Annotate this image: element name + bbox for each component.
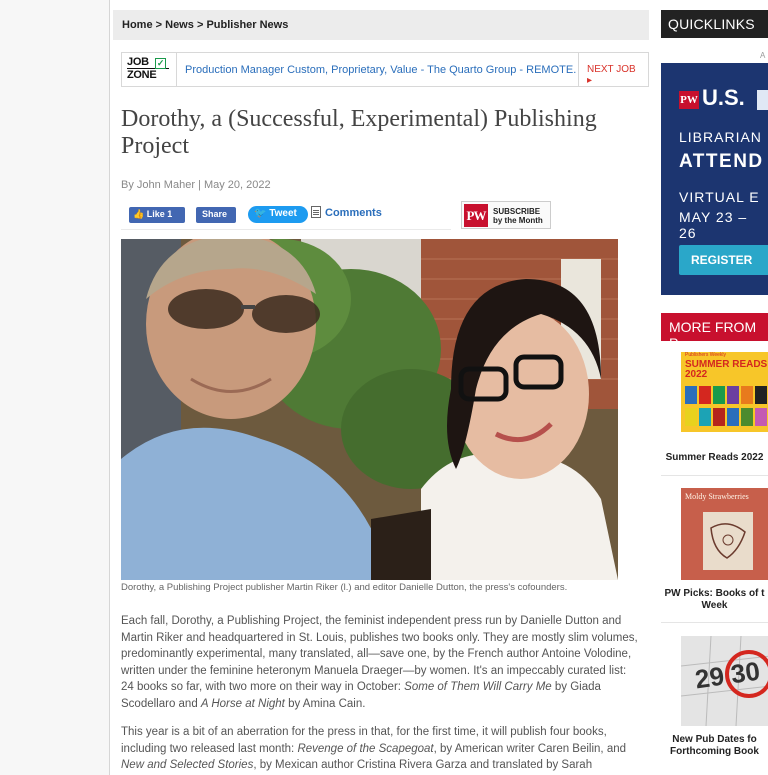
breadcrumb-news[interactable]: News bbox=[165, 19, 194, 31]
p1-book-title-1: Some of Them Will Carry Me bbox=[404, 681, 552, 693]
share-toolbar: 👍 Like 1 Share 🐦 Tweet Comments bbox=[121, 198, 451, 230]
next-job-button[interactable]: NEXT JOB ▸ bbox=[578, 53, 648, 86]
sidebar-item-new-pub-dates[interactable]: 29 30 New Pub Dates fo Forthcoming Book bbox=[661, 636, 768, 775]
sidebar-item-summer-reads[interactable]: Publishers Weekly SUMMER READS 2022 Summ… bbox=[661, 352, 768, 476]
more-item-title[interactable]: PW Picks: Books of t Week bbox=[661, 588, 768, 612]
breadcrumb-separator: > bbox=[155, 19, 163, 31]
ad-line-3: VIRTUAL E bbox=[679, 189, 760, 205]
p1-text-3: by Amina Cain. bbox=[284, 697, 366, 710]
subscribe-button[interactable]: PW SUBSCRIBE by the Month bbox=[461, 201, 551, 229]
comments-link[interactable]: Comments bbox=[311, 206, 382, 219]
cofounders-photo-illustration bbox=[121, 239, 618, 580]
more-item-title[interactable]: New Pub Dates fo Forthcoming Book bbox=[661, 734, 768, 758]
article-paragraph-2: This year is a bit of an aberration for … bbox=[121, 724, 641, 774]
tweet-button[interactable]: 🐦 Tweet bbox=[248, 206, 308, 223]
left-gutter bbox=[0, 0, 110, 775]
p2-book-title-2: New and Selected Stories bbox=[121, 759, 254, 771]
like-label: Like 1 bbox=[146, 209, 173, 219]
ad-brand-badge bbox=[757, 90, 768, 110]
p1-book-title-2: A Horse at Night bbox=[200, 697, 285, 710]
job-zone-logo-line2: ZONE bbox=[127, 68, 169, 81]
facebook-share-button[interactable]: Share bbox=[196, 207, 236, 223]
pw-logo: PW bbox=[464, 204, 488, 227]
article-headline: Dorothy, a (Successful, Experimental) Pu… bbox=[121, 106, 597, 159]
article-byline: By John Maher | May 20, 2022 bbox=[121, 179, 271, 191]
new-pub-dates-thumbnail[interactable]: 29 30 bbox=[681, 636, 768, 726]
more-from-pw-header: MORE FROM P bbox=[661, 313, 768, 351]
breadcrumb: Home > News > Publisher News bbox=[113, 10, 649, 40]
breadcrumb-home[interactable]: Home bbox=[122, 19, 153, 31]
breadcrumb-publisher-news[interactable]: Publisher News bbox=[206, 19, 288, 31]
ad-brand: U.S. bbox=[702, 85, 745, 110]
ad-register-button[interactable]: REGISTER bbox=[679, 245, 768, 275]
subscribe-line1: SUBSCRIBE bbox=[493, 207, 541, 216]
twitter-bird-icon: 🐦 bbox=[254, 208, 267, 219]
facebook-like-button[interactable]: 👍 Like 1 bbox=[129, 207, 185, 223]
subscribe-line2: by the Month bbox=[493, 216, 543, 225]
advertisement-label: A bbox=[760, 51, 766, 60]
job-zone-logo-line1: JOB bbox=[127, 56, 149, 68]
p2-text-2: , by American writer Caren Beilin, and bbox=[433, 742, 627, 755]
job-zone-logo[interactable]: JOB ✓ ZONE bbox=[127, 57, 169, 83]
more-item-title[interactable]: Summer Reads 2022 bbox=[661, 452, 768, 464]
job-listing-link[interactable]: Production Manager Custom, Proprietary, … bbox=[185, 64, 576, 76]
ad-line-2: ATTEND bbox=[679, 151, 764, 172]
comments-label: Comments bbox=[325, 207, 382, 219]
job-zone-banner: JOB ✓ ZONE Production Manager Custom, Pr… bbox=[121, 52, 649, 87]
book-cover-graphic bbox=[703, 512, 753, 570]
ad-line-1: LIBRARIAN bbox=[679, 129, 762, 145]
breadcrumb-separator: > bbox=[196, 19, 204, 31]
photo-caption: Dorothy, a Publishing Project publisher … bbox=[121, 582, 568, 593]
quicklinks-header[interactable]: QUICKLINKS bbox=[661, 10, 768, 38]
document-icon bbox=[311, 206, 321, 218]
p2-book-title-1: Revenge of the Scapegoat bbox=[297, 742, 434, 755]
p2-text-3: , by Mexican author Cristina Rivera Garz… bbox=[253, 759, 593, 771]
article-paragraph-1: Each fall, Dorothy, a Publishing Project… bbox=[121, 613, 641, 712]
summer-reads-thumbnail[interactable]: Publishers Weekly SUMMER READS 2022 bbox=[681, 352, 768, 432]
checkmark-icon: ✓ bbox=[155, 58, 166, 69]
article-photo bbox=[121, 239, 618, 580]
ad-line-4: MAY 23 – 26 bbox=[679, 209, 748, 241]
pw-picks-thumbnail[interactable]: Moldy Strawberries bbox=[681, 488, 768, 580]
sidebar-ad-banner[interactable]: PW U.S. LIBRARIAN ATTEND VIRTUAL E MAY 2… bbox=[661, 63, 768, 295]
tweet-label: Tweet bbox=[269, 208, 297, 219]
book-covers-graphic bbox=[685, 386, 767, 426]
thumbs-up-icon: 👍 bbox=[133, 209, 145, 219]
sidebar-item-pw-picks[interactable]: Moldy Strawberries PW Picks: Books of t … bbox=[661, 488, 768, 623]
subscribe-text: SUBSCRIBE by the Month bbox=[493, 207, 543, 225]
pw-logo: PW bbox=[679, 91, 699, 109]
divider bbox=[176, 53, 177, 86]
